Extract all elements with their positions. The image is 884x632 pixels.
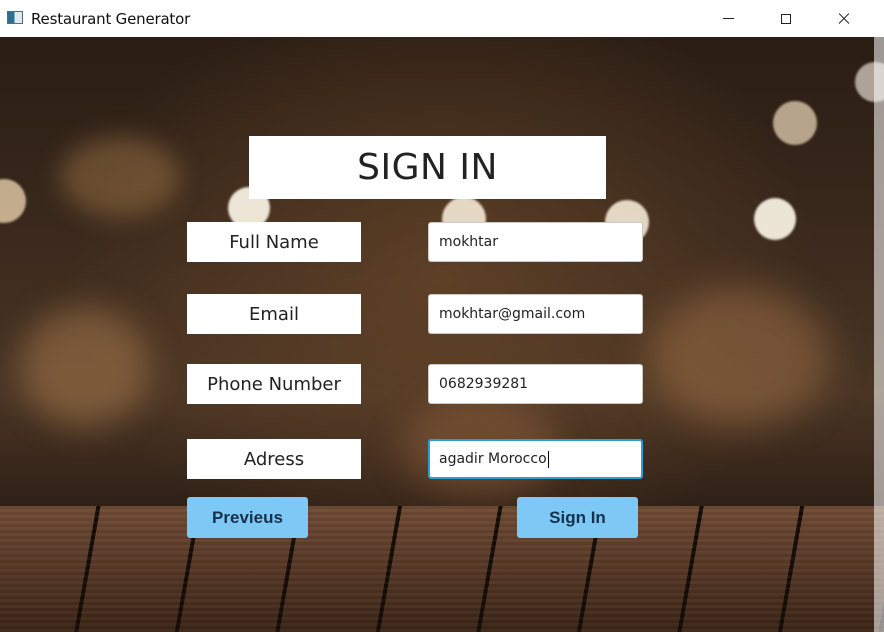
email-value: mokhtar@gmail.com bbox=[439, 306, 586, 322]
window-title-bar: Restaurant Generator bbox=[0, 0, 884, 37]
close-button[interactable] bbox=[815, 0, 873, 37]
maximize-button[interactable] bbox=[757, 0, 815, 37]
window-edge bbox=[874, 37, 884, 632]
sign-in-heading-box: SIGN IN bbox=[249, 136, 606, 199]
sign-in-button[interactable]: Sign In bbox=[517, 497, 638, 538]
email-field[interactable]: mokhtar@gmail.com bbox=[428, 294, 643, 334]
address-label: Adress bbox=[187, 439, 361, 479]
email-label: Email bbox=[187, 294, 361, 334]
previous-button[interactable]: Previeus bbox=[187, 497, 308, 538]
address-value: agadir Morocco bbox=[439, 451, 547, 467]
minimize-button[interactable] bbox=[699, 0, 757, 37]
maximize-icon bbox=[781, 13, 791, 24]
phone-number-field[interactable]: 0682939281 bbox=[428, 364, 643, 404]
wooden-floor bbox=[0, 506, 884, 632]
close-icon bbox=[837, 12, 851, 26]
phone-number-value: 0682939281 bbox=[439, 376, 529, 392]
phone-number-label: Phone Number bbox=[187, 364, 361, 404]
app-icon bbox=[7, 11, 23, 24]
minimize-icon bbox=[722, 18, 734, 19]
full-name-value: mokhtar bbox=[439, 234, 499, 250]
restaurant-background-image bbox=[0, 37, 884, 632]
page-title: SIGN IN bbox=[357, 147, 498, 188]
text-caret bbox=[547, 450, 549, 468]
window-title: Restaurant Generator bbox=[31, 10, 191, 28]
full-name-field[interactable]: mokhtar bbox=[428, 222, 643, 262]
address-field[interactable]: agadir Morocco bbox=[428, 439, 643, 479]
full-name-label: Full Name bbox=[187, 222, 361, 262]
